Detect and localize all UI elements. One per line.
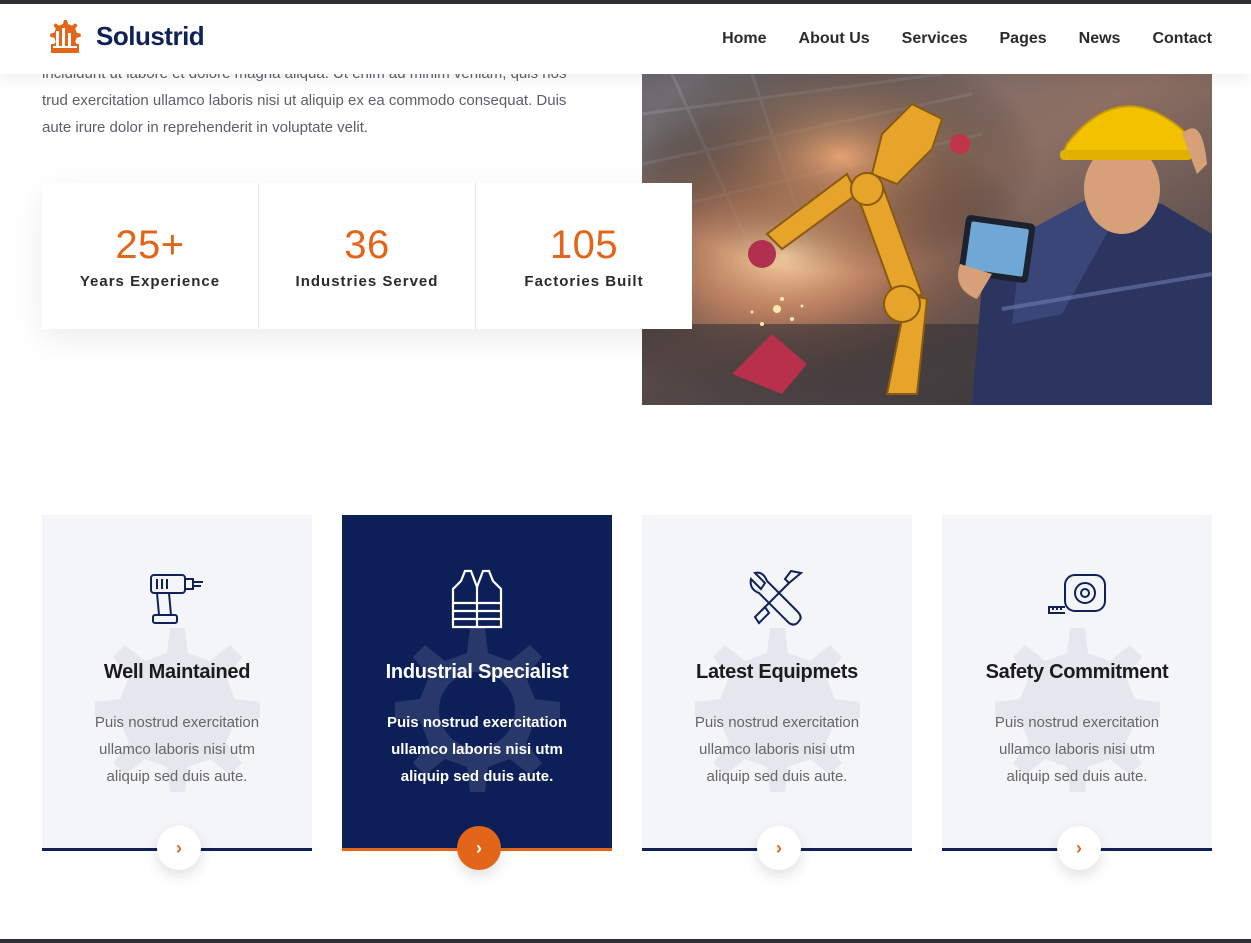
card-arrow-button[interactable]: ›: [457, 826, 501, 870]
feature-card-industrial-specialist[interactable]: Industrial Specialist Puis nostrud exerc…: [342, 515, 612, 870]
stats-panel: 25+ Years Experience 36 Industries Serve…: [42, 183, 692, 329]
wrench-screwdriver-icon: [749, 569, 804, 626]
stat-value: 25+: [115, 222, 185, 267]
intro-line: aute irure dolor in reprehenderit in vol…: [42, 119, 369, 136]
drill-icon: [150, 574, 203, 624]
card-text: Puis nostrud exercitation ullamco labori…: [386, 714, 568, 785]
card-arrow-button[interactable]: ›: [1057, 826, 1101, 870]
hero-image-engineer-robot-arm: [642, 74, 1212, 405]
site-header: Solustrid Home About Us Services Pages N…: [0, 4, 1251, 74]
intro-line: trud exercitation ullamco laboris nisi u…: [42, 92, 567, 109]
feature-card-well-maintained[interactable]: Well Maintained Puis nostrud exercitatio…: [42, 515, 312, 870]
nav-home[interactable]: Home: [722, 30, 766, 48]
card-arrow-button[interactable]: ›: [157, 826, 201, 870]
nav-about-us[interactable]: About Us: [799, 30, 870, 48]
hero-illustration: [642, 74, 1212, 405]
card-text: Puis nostrud exercitation ullamco labori…: [694, 714, 860, 785]
nav-services[interactable]: Services: [902, 30, 968, 48]
card-text: Puis nostrud exercitation ullamco labori…: [994, 714, 1160, 785]
stat-label: Factories Built: [524, 272, 644, 290]
card-title: Well Maintained: [103, 661, 251, 683]
logo[interactable]: Solustrid: [41, 17, 205, 55]
feature-card-latest-equipmets[interactable]: Latest Equipmets Puis nostrud exercitati…: [642, 515, 912, 870]
gear-factory-logo-icon: [50, 20, 81, 53]
nav-contact[interactable]: Contact: [1152, 30, 1212, 48]
stat-label: Industries Served: [295, 272, 439, 290]
stat-value: 105: [549, 222, 619, 267]
nav-pages[interactable]: Pages: [1000, 30, 1047, 48]
card-arrow-button[interactable]: ›: [757, 826, 801, 870]
safety-vest-icon: [451, 569, 503, 629]
stat-factories-built: 105 Factories Built: [476, 183, 692, 329]
card-title: Latest Equipmets: [696, 661, 858, 683]
feature-cards: Well Maintained Puis nostrud exercitatio…: [42, 515, 1212, 875]
bottom-border: [0, 939, 1251, 943]
logo-text: Solustrid: [96, 20, 205, 51]
main-nav: Home About Us Services Pages News Contac…: [690, 4, 1212, 74]
card-text: Puis nostrud exercitation ullamco labori…: [94, 714, 260, 785]
card-title: Safety Commitment: [985, 661, 1169, 683]
stat-value: 36: [344, 222, 390, 267]
stat-label: Years Experience: [79, 272, 221, 290]
stat-industries-served: 36 Industries Served: [259, 183, 476, 329]
tape-measure-icon: [1048, 574, 1106, 614]
nav-news[interactable]: News: [1079, 30, 1121, 48]
card-title: Industrial Specialist: [385, 661, 569, 683]
stat-years-experience: 25+ Years Experience: [42, 183, 259, 329]
feature-card-safety-commitment[interactable]: Safety Commitment Puis nostrud exercitat…: [942, 515, 1212, 870]
